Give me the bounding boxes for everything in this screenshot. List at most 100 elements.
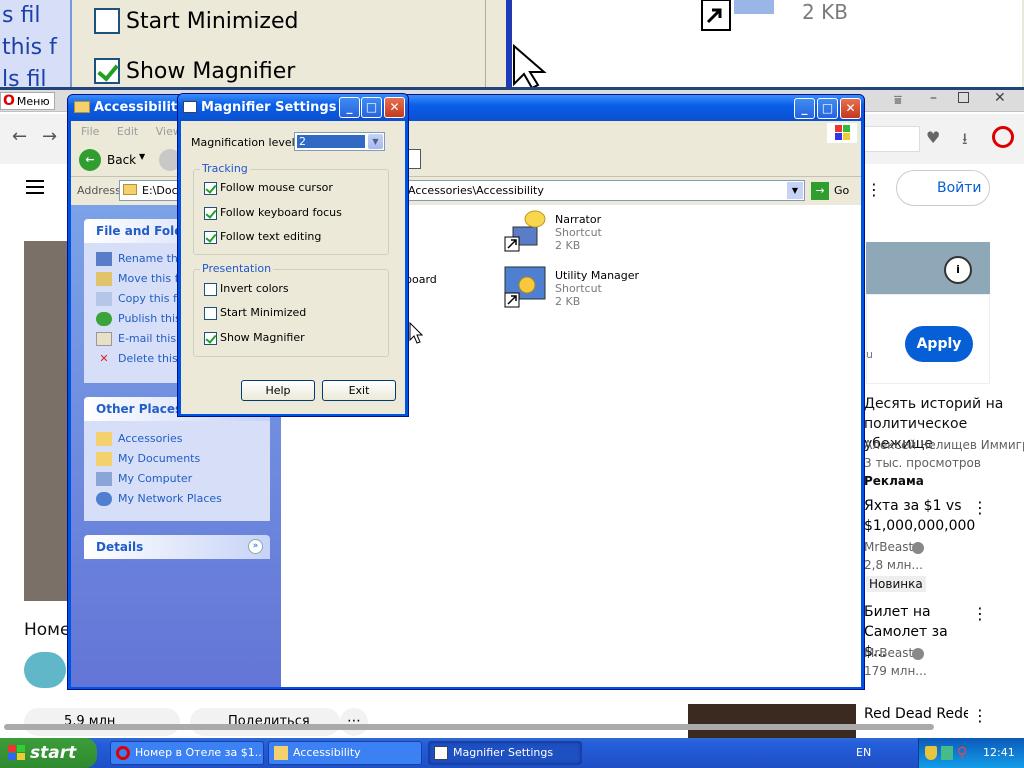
url-bar-end[interactable] xyxy=(864,126,920,152)
network-icon xyxy=(96,492,112,506)
folder-icon xyxy=(274,746,288,760)
channel-avatar[interactable] xyxy=(24,652,66,688)
video-title[interactable]: Red Dead Redemption 2... xyxy=(864,704,968,724)
opera-account-icon[interactable] xyxy=(992,126,1014,148)
partial-file-name[interactable]: board xyxy=(405,273,437,286)
dialog-title-bar[interactable]: Magnifier Settings _ □ ✕ xyxy=(178,94,408,121)
video-channel: MrBeast xyxy=(864,646,914,660)
back-arrow-icon[interactable]: ← xyxy=(12,126,27,147)
video-meta: 179 млн... xyxy=(864,664,927,678)
explorer-close-button[interactable]: ✕ xyxy=(840,98,861,119)
back-dropdown-icon[interactable]: ▼ xyxy=(139,152,145,161)
video-player-edge[interactable] xyxy=(24,241,68,601)
video-menu-icon[interactable]: ⋮ xyxy=(972,706,988,725)
video-menu-icon[interactable]: ⋮ xyxy=(972,604,988,623)
info-icon[interactable]: i xyxy=(944,256,972,284)
magnifier-mid-pane: Start Minimized Show Magnifier xyxy=(78,0,486,87)
email-icon xyxy=(96,332,112,346)
back-icon[interactable]: ← xyxy=(79,149,101,171)
forward-arrow-icon[interactable]: → xyxy=(42,126,57,147)
windows-logo-icon xyxy=(827,123,857,143)
horizontal-scrollbar[interactable] xyxy=(4,724,934,730)
invert-colors-checkbox[interactable]: Invert colors xyxy=(204,282,289,296)
go-label[interactable]: Go xyxy=(834,184,849,197)
go-arrow-icon[interactable]: → xyxy=(811,182,829,200)
start-button[interactable]: start xyxy=(0,738,97,768)
expand-chevron-icon[interactable]: » xyxy=(248,539,263,554)
login-label: Войти xyxy=(937,180,982,196)
magnification-select[interactable]: 2 ▼ xyxy=(294,132,385,151)
taskbar-item-accessibility[interactable]: Accessibility xyxy=(268,741,422,765)
explorer-maximize-button[interactable]: □ xyxy=(817,98,838,119)
back-label[interactable]: Back xyxy=(107,153,136,167)
language-indicator[interactable]: EN xyxy=(856,738,871,768)
address-dropdown-icon[interactable]: ▼ xyxy=(787,182,803,199)
checkbox-icon xyxy=(204,282,217,296)
opera-menu-button[interactable]: O Меню xyxy=(0,92,55,110)
explorer-title: Accessibility xyxy=(94,100,186,115)
more-actions-icon[interactable]: ⋯ xyxy=(340,708,368,736)
heart-icon[interactable]: ♥ xyxy=(926,128,940,147)
file-item[interactable]: Narrator Shortcut 2 KB xyxy=(503,209,703,261)
browser-close-icon[interactable]: ✕ xyxy=(994,90,1006,106)
video-title[interactable]: Яхта за $1 vs $1,000,000,000 xyxy=(864,496,975,536)
kebab-menu-icon[interactable]: ⋮ xyxy=(866,180,882,199)
magnification-label: Magnification level: xyxy=(191,136,299,149)
security-shield-icon[interactable] xyxy=(925,746,937,760)
mag-cursor-icon xyxy=(513,44,547,87)
show-magnifier-checkbox[interactable]: Show Magnifier xyxy=(204,331,305,345)
dialog-minimize-button[interactable]: _ xyxy=(339,97,360,118)
clock: 12:41 xyxy=(983,746,1015,759)
browser-sidebar-icon[interactable]: ⩸ xyxy=(894,93,902,108)
opera-icon: O xyxy=(3,93,15,109)
search-icon[interactable]: ⚲ xyxy=(957,738,967,768)
video-thumbnail[interactable] xyxy=(688,704,856,738)
address-label: Address xyxy=(77,184,121,197)
verified-icon xyxy=(912,648,924,660)
dialog-close-button[interactable]: ✕ xyxy=(384,97,405,118)
taskbar-item-opera[interactable]: Номер в Отеле за $1... xyxy=(110,741,264,765)
browser-restore-icon[interactable] xyxy=(958,92,969,103)
place-accessories[interactable]: Accessories xyxy=(84,429,270,449)
hamburger-menu-icon[interactable] xyxy=(26,180,44,194)
start-minimized-checkbox[interactable]: Start Minimized xyxy=(204,306,306,320)
help-button[interactable]: Help xyxy=(241,380,315,401)
place-my-network[interactable]: My Network Places xyxy=(84,489,270,509)
chevron-down-icon[interactable]: ▼ xyxy=(368,134,383,149)
share-button[interactable]: Поделиться xyxy=(190,708,340,736)
delete-icon: ✕ xyxy=(99,352,109,365)
dialog-body: Magnification level: 2 ▼ Tracking Follow… xyxy=(181,121,405,414)
video-title-fragment: Номе xyxy=(24,620,71,640)
details-header[interactable]: Details xyxy=(84,535,270,559)
menu-file[interactable]: File xyxy=(81,125,99,138)
place-my-documents[interactable]: My Documents xyxy=(84,449,270,469)
file-type: Shortcut xyxy=(555,282,602,295)
details-panel: Details » xyxy=(84,535,270,559)
follow-text-checkbox[interactable]: Follow text editing xyxy=(204,230,321,244)
folder-icon xyxy=(74,101,90,113)
taskbar-item-magnifier[interactable]: Magnifier Settings xyxy=(428,741,582,765)
place-my-computer[interactable]: My Computer xyxy=(84,469,270,489)
video-menu-icon[interactable]: ⋮ xyxy=(972,498,988,517)
exit-button[interactable]: Exit xyxy=(322,380,396,401)
network-tray-icon[interactable] xyxy=(941,746,953,760)
mag-size-text: 2 KB xyxy=(802,0,848,24)
follow-mouse-checkbox[interactable]: Follow mouse cursor xyxy=(204,181,333,195)
follow-keyboard-checkbox[interactable]: Follow keyboard focus xyxy=(204,206,342,220)
apply-button[interactable]: Apply xyxy=(905,326,973,362)
mag-show-magnifier-row: Show Magnifier xyxy=(94,58,295,84)
mag-fragment: ls fil xyxy=(2,67,47,88)
mag-checkbox-checked xyxy=(94,58,120,84)
like-button[interactable]: 5,9 млн xyxy=(24,708,180,736)
file-item[interactable]: Utility Manager Shortcut 2 KB xyxy=(503,265,703,317)
explorer-minimize-button[interactable]: _ xyxy=(794,98,815,119)
checkbox-checked-icon xyxy=(204,331,217,345)
documents-icon xyxy=(96,452,112,466)
menu-edit[interactable]: Edit xyxy=(117,125,138,138)
dialog-maximize-button[interactable]: □ xyxy=(361,97,382,118)
download-icon[interactable]: ⭳ xyxy=(962,128,968,155)
browser-minimize-icon[interactable]: – xyxy=(930,90,937,106)
folder-icon xyxy=(96,432,112,446)
checkbox-icon xyxy=(204,306,217,320)
login-button[interactable]: Войти xyxy=(896,170,990,206)
